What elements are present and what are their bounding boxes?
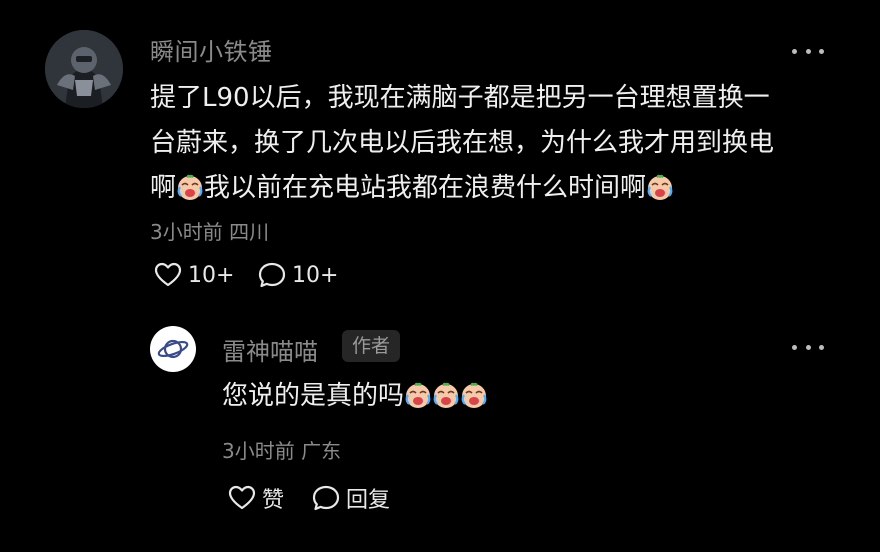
like-button[interactable]: 赞 [228, 482, 284, 514]
saturn-icon [157, 339, 189, 359]
reply-text: 您说的是真的吗 [222, 376, 488, 416]
avatar[interactable] [45, 30, 123, 108]
comment-bubble-icon [312, 485, 340, 511]
comment-bubble-icon [258, 262, 286, 288]
comment-text-fragment: 我以前在充电站我都在浪费什么时间啊 [204, 173, 647, 203]
reply-count: 10+ [292, 262, 339, 288]
comment-text-line: 啊我以前在充电站我都在浪费什么时间啊 [150, 166, 850, 211]
comment-meta: 3小时前 四川 [150, 220, 270, 244]
like-label: 赞 [262, 488, 285, 513]
like-button[interactable]: 10+ [154, 262, 234, 288]
like-count: 10+ [188, 262, 235, 288]
reply-username[interactable]: 雷神喵喵 [222, 332, 318, 367]
heart-outline-icon [228, 485, 256, 510]
reply-button[interactable]: 回复 [312, 482, 390, 514]
crying-laughing-emoji-icon [647, 174, 673, 200]
reply-button[interactable]: 10+ [258, 262, 338, 288]
comment-username[interactable]: 瞬间小铁锤 [150, 32, 273, 67]
reply-meta: 3小时前 广东 [222, 439, 342, 463]
crying-laughing-emoji-icon [405, 382, 431, 408]
more-options-icon[interactable] [792, 343, 824, 351]
comment-text-line: 台蔚来，换了几次电以后我在想，为什么我才用到换电 [150, 128, 775, 158]
heart-outline-icon [154, 262, 182, 287]
more-options-icon[interactable] [792, 47, 824, 55]
avatar[interactable] [150, 326, 196, 372]
comment-text-line: 提了L90以后，我现在满脑子都是把另一台理想置换一 [150, 83, 770, 113]
comment-text: 提了L90以后，我现在满脑子都是把另一台理想置换一 台蔚来，换了几次电以后我在想… [150, 76, 850, 211]
crying-laughing-emoji-icon [461, 382, 487, 408]
comment-text-fragment: 啊 [150, 173, 177, 203]
author-badge: 作者 [342, 330, 401, 362]
robot-mech-avatar-icon [45, 30, 123, 108]
reply-label: 回复 [346, 488, 391, 513]
crying-laughing-emoji-icon [433, 382, 459, 408]
crying-laughing-emoji-icon [177, 174, 203, 200]
reply-text-body: 您说的是真的吗 [222, 381, 405, 411]
